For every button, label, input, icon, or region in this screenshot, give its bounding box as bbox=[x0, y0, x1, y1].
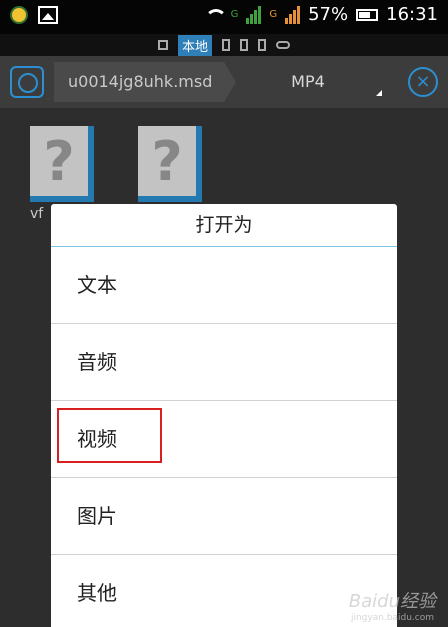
wifi-icon bbox=[203, 7, 227, 23]
local-tab[interactable]: 本地 bbox=[177, 34, 212, 56]
type-dropdown[interactable]: MP4 bbox=[226, 62, 390, 102]
status-bar: G G 57% 16:31 bbox=[0, 0, 448, 34]
sdcard-icon[interactable] bbox=[240, 39, 248, 51]
device-icon[interactable] bbox=[222, 39, 230, 51]
globe-icon[interactable] bbox=[10, 66, 44, 98]
mode-bar: 本地 bbox=[0, 34, 448, 56]
dialog-title: 打开为 bbox=[51, 204, 397, 247]
dialog-option-text[interactable]: 文本 bbox=[51, 247, 397, 324]
signal-bars-2-icon bbox=[285, 5, 301, 24]
cloud-icon[interactable] bbox=[276, 41, 290, 49]
status-left-icons bbox=[10, 6, 58, 24]
app-notification-icon bbox=[10, 6, 28, 24]
highlight-box bbox=[57, 408, 162, 463]
path-breadcrumb[interactable]: u0014jg8uhk.msd bbox=[54, 62, 236, 102]
close-icon[interactable]: × bbox=[408, 67, 438, 97]
image-notification-icon bbox=[38, 6, 58, 24]
battery-percent: 57% bbox=[308, 4, 349, 25]
toolbar: u0014jg8uhk.msd MP4 × bbox=[0, 56, 448, 108]
status-time: 16:31 bbox=[386, 4, 438, 25]
status-right: G G 57% 16:31 bbox=[203, 4, 438, 25]
battery-icon bbox=[356, 8, 379, 21]
watermark-url: jingyan.baidu.com bbox=[350, 613, 434, 623]
network-icon[interactable] bbox=[258, 39, 266, 51]
home-icon[interactable] bbox=[157, 40, 168, 50]
signal-bars-icon bbox=[246, 5, 262, 24]
dialog-option-image[interactable]: 图片 bbox=[51, 478, 397, 555]
watermark-logo: Baidu经验 bbox=[348, 591, 436, 612]
dialog-option-other[interactable]: 其他 bbox=[51, 555, 397, 627]
signal-label-1: G bbox=[230, 9, 239, 20]
signal-label-2: G bbox=[269, 9, 278, 20]
dialog-option-audio[interactable]: 音频 bbox=[51, 324, 397, 401]
